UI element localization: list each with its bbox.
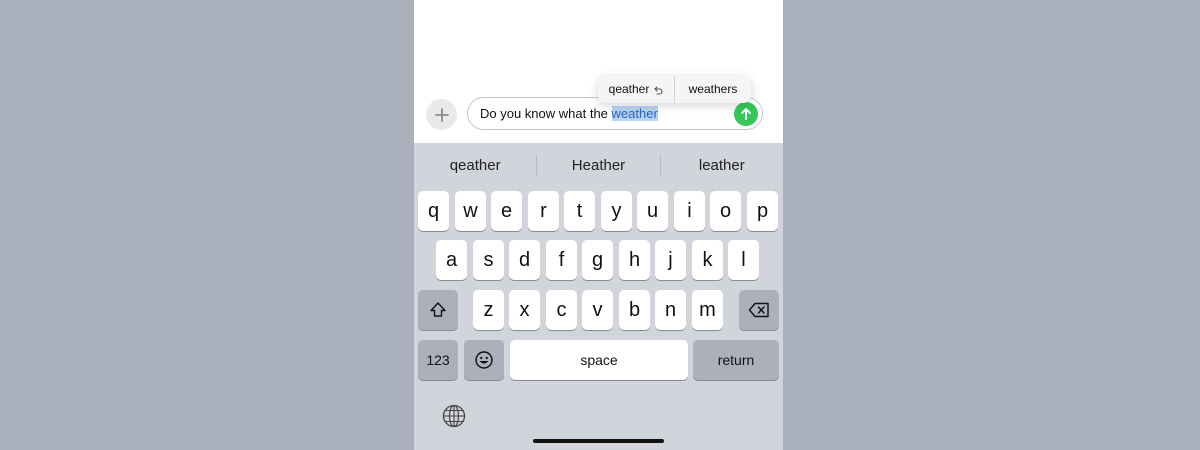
replacement-popup: qeather weathers — [598, 76, 751, 103]
key-j[interactable]: j — [655, 240, 686, 280]
home-indicator[interactable] — [533, 439, 664, 443]
shift-key[interactable] — [418, 290, 458, 330]
keyboard: qeather Heather leather q w e r t y u i … — [414, 143, 783, 450]
key-s[interactable]: s — [473, 240, 504, 280]
popup-option-original[interactable]: qeather — [598, 76, 674, 103]
key-d[interactable]: d — [509, 240, 540, 280]
message-text-prefix: Do you know what the — [480, 106, 612, 121]
key-f[interactable]: f — [546, 240, 577, 280]
key-u[interactable]: u — [637, 191, 668, 231]
key-q[interactable]: q — [418, 191, 449, 231]
key-v[interactable]: v — [582, 290, 613, 330]
key-x[interactable]: x — [509, 290, 540, 330]
key-w[interactable]: w — [455, 191, 486, 231]
key-z[interactable]: z — [473, 290, 504, 330]
delete-key[interactable] — [739, 290, 779, 330]
key-h[interactable]: h — [619, 240, 650, 280]
shift-icon — [430, 302, 446, 317]
globe-icon — [442, 404, 466, 428]
key-a[interactable]: a — [436, 240, 467, 280]
key-p[interactable]: p — [747, 191, 778, 231]
key-r[interactable]: r — [528, 191, 559, 231]
suggestion-leather[interactable]: leather — [661, 157, 783, 174]
popup-option-weathers[interactable]: weathers — [675, 76, 751, 103]
key-k[interactable]: k — [692, 240, 723, 280]
selected-word[interactable]: weather — [611, 106, 658, 121]
key-i[interactable]: i — [674, 191, 705, 231]
messages-screen: Do you know what the weather qeather wea… — [414, 0, 783, 450]
key-n[interactable]: n — [655, 290, 686, 330]
key-o[interactable]: o — [710, 191, 741, 231]
key-y[interactable]: y — [601, 191, 632, 231]
plus-icon — [434, 107, 449, 122]
emoji-key[interactable] — [464, 340, 504, 380]
space-key[interactable]: space — [510, 340, 688, 380]
key-b[interactable]: b — [619, 290, 650, 330]
arrow-up-icon — [741, 108, 751, 120]
return-key[interactable]: return — [693, 340, 779, 380]
suggestion-heather[interactable]: Heather — [537, 157, 659, 174]
popup-option-label: qeather — [608, 82, 650, 96]
message-text: Do you know what the weather — [480, 106, 658, 121]
backspace-icon — [748, 302, 769, 318]
key-l[interactable]: l — [728, 240, 759, 280]
suggestion-bar: qeather Heather leather — [414, 143, 783, 188]
emoji-icon — [475, 351, 493, 369]
key-m[interactable]: m — [692, 290, 723, 330]
add-attachment-button[interactable] — [426, 99, 457, 130]
globe-button[interactable] — [441, 403, 467, 429]
key-c[interactable]: c — [546, 290, 577, 330]
key-t[interactable]: t — [564, 191, 595, 231]
key-e[interactable]: e — [491, 191, 522, 231]
send-button[interactable] — [734, 102, 758, 126]
suggestion-qeather[interactable]: qeather — [414, 157, 536, 174]
undo-arrow-icon — [654, 85, 663, 95]
key-g[interactable]: g — [582, 240, 613, 280]
popup-option-label: weathers — [688, 82, 738, 96]
numbers-key[interactable]: 123 — [418, 340, 458, 380]
